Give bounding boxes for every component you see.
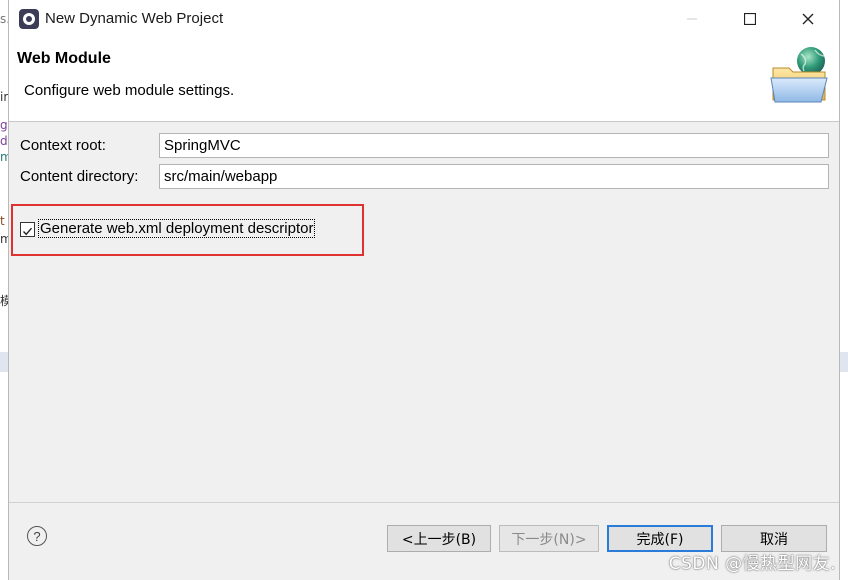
- help-icon: ?: [33, 528, 41, 544]
- generate-descriptor-checkbox[interactable]: [20, 222, 35, 237]
- minimize-icon: [687, 18, 697, 20]
- content-directory-input[interactable]: [159, 164, 829, 189]
- background-text-fragment: g: [0, 118, 8, 132]
- help-button[interactable]: ?: [27, 526, 47, 546]
- content-directory-label: Content directory:: [20, 168, 139, 185]
- wizard-page-description: Configure web module settings.: [24, 82, 235, 99]
- wizard-header: Web Module Configure web module settings…: [9, 38, 839, 122]
- background-selection-band: [840, 352, 848, 372]
- new-dynamic-web-project-dialog: New Dynamic Web Project Web Module Confi…: [8, 0, 840, 580]
- background-window-fragment-right: [840, 0, 848, 580]
- finish-button[interactable]: 完成(F): [607, 525, 713, 552]
- web-folder-globe-icon: [770, 47, 828, 103]
- cancel-button[interactable]: 取消: [721, 525, 827, 552]
- context-root-input[interactable]: [159, 133, 829, 158]
- csdn-watermark: CSDN @慢热型网友.: [668, 554, 836, 574]
- window-title: New Dynamic Web Project: [45, 10, 224, 27]
- back-button[interactable]: <上一步(B): [387, 525, 491, 552]
- context-root-label: Context root:: [20, 137, 106, 154]
- minimize-button[interactable]: [669, 0, 715, 38]
- wizard-page-title: Web Module: [17, 50, 111, 67]
- maximize-icon: [744, 13, 756, 25]
- checkmark-icon: [22, 227, 33, 236]
- footer-separator: [9, 502, 839, 503]
- title-bar[interactable]: New Dynamic Web Project: [9, 0, 839, 38]
- next-button[interactable]: 下一步(N)>: [499, 525, 599, 552]
- generate-descriptor-label[interactable]: Generate web.xml deployment descriptor: [37, 219, 316, 238]
- eclipse-app-icon: [19, 9, 39, 29]
- close-button[interactable]: [785, 0, 831, 38]
- background-text-fragment: t: [0, 214, 5, 228]
- close-icon: [802, 13, 814, 25]
- maximize-button[interactable]: [727, 0, 773, 38]
